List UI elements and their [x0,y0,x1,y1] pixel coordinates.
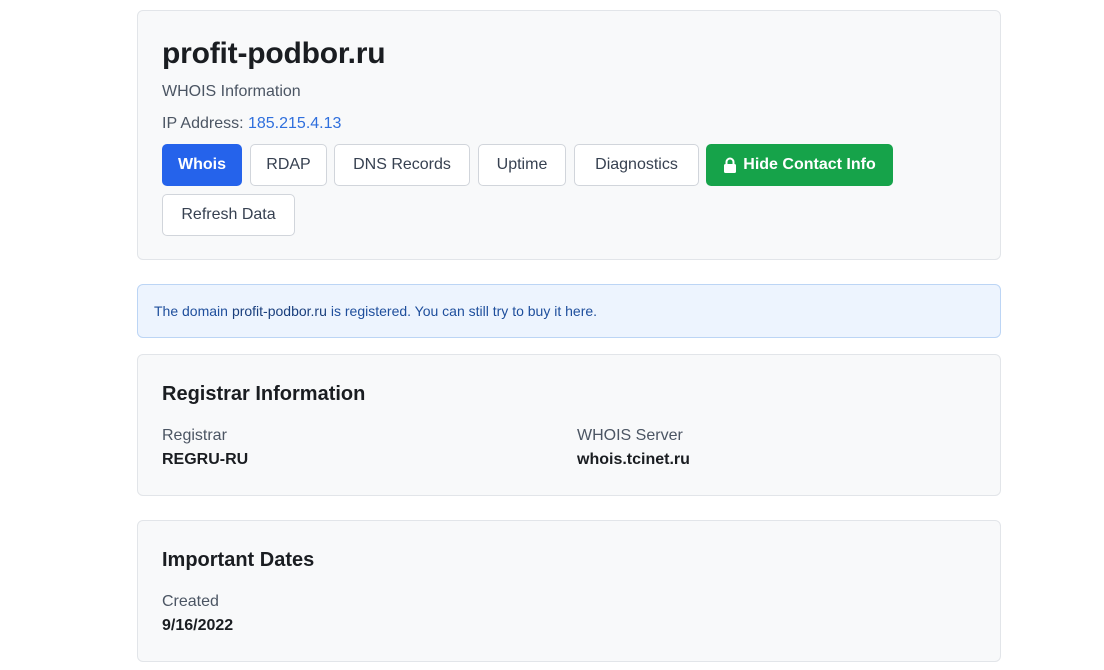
alert-middle: is registered. You can still try to buy … [330,303,562,319]
tab-uptime[interactable]: Uptime [478,144,566,186]
lock-icon [724,157,737,173]
alert-domain: profit-podbor.ru [231,303,327,319]
alert-prefix: The domain [154,303,228,319]
whois-server-label: WHOIS Server [577,427,683,444]
refresh-data-button[interactable]: Refresh Data [162,194,295,236]
registered-alert: The domain profit-podbor.ru is registere… [137,284,1001,338]
registrar-value: REGRU-RU [162,451,249,468]
important-dates-card: Important Dates Created 9/16/2022 [137,520,1001,662]
registrar-information-card: Registrar Information Registrar REGRU-RU… [137,354,1001,496]
tab-whois[interactable]: Whois [162,144,242,186]
hide-contact-info-button[interactable]: Hide Contact Info [706,144,893,186]
alert-suffix: . [593,303,598,319]
ip-address-line: IP Address: 185.215.4.13 [162,115,341,133]
domain-header-card: profit-podbor.ru WHOIS Information IP Ad… [137,10,1001,260]
hide-contact-info-label: Hide Contact Info [743,156,876,173]
registrar-label: Registrar [162,427,227,444]
tab-rdap[interactable]: RDAP [250,144,327,186]
buy-here-link[interactable]: here [565,303,593,319]
tab-dns-records[interactable]: DNS Records [334,144,470,186]
tab-diagnostics[interactable]: Diagnostics [574,144,699,186]
page-title: profit-podbor.ru [162,37,386,70]
ip-address-link[interactable]: 185.215.4.13 [248,115,341,132]
created-label: Created [162,593,219,610]
page-subtitle: WHOIS Information [162,83,301,100]
ip-address-label: IP Address: [162,115,244,132]
dates-section-title: Important Dates [162,549,315,571]
created-value: 9/16/2022 [162,617,234,634]
registrar-section-title: Registrar Information [162,383,366,405]
whois-server-value: whois.tcinet.ru [577,451,690,468]
